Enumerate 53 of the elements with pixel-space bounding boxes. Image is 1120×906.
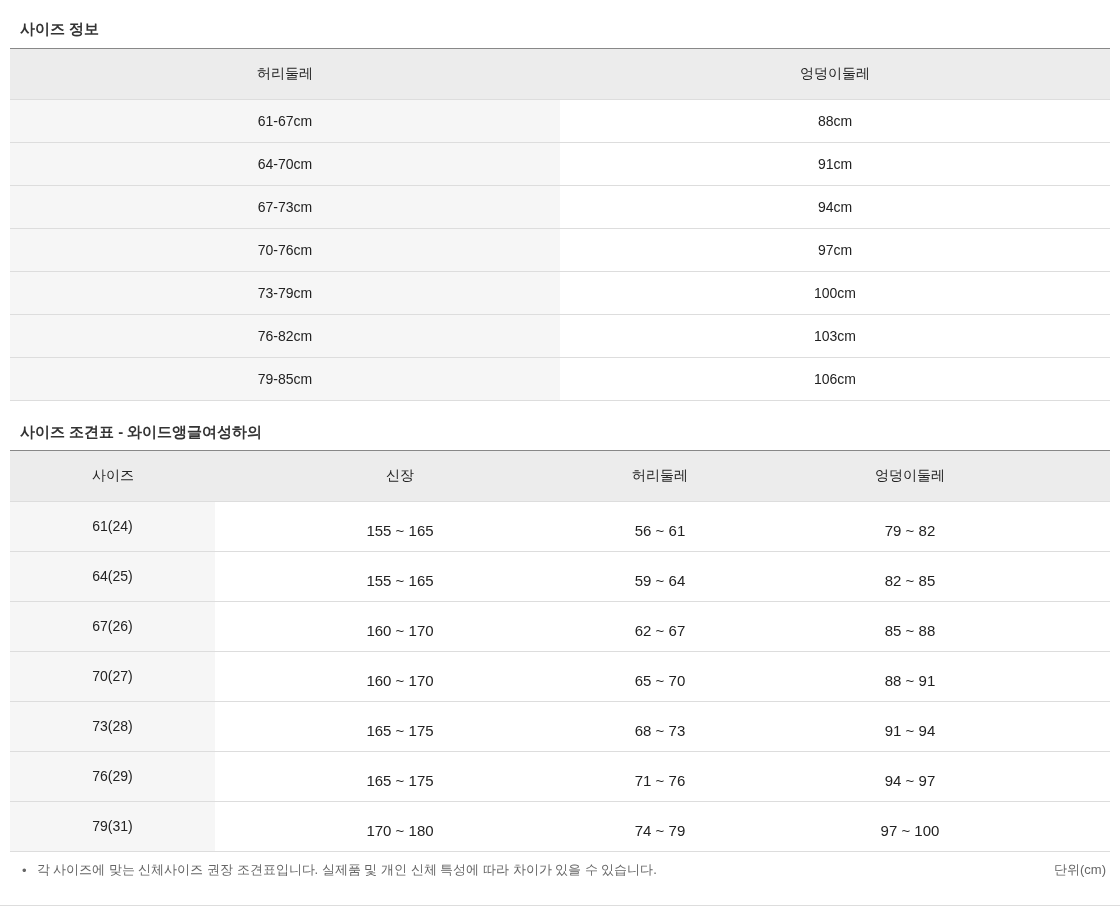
- table-cell: 74 ~ 79: [585, 801, 735, 852]
- note-text: 각 사이즈에 맞는 신체사이즈 권장 조견표입니다. 실제품 및 개인 신체 특성에 따라 차이가 있을 수 있습니다.: [36, 861, 658, 879]
- table-cell: 70-76cm: [10, 228, 560, 272]
- table-cell: 91 ~ 94: [735, 701, 1085, 752]
- table-cell: 155 ~ 165: [215, 551, 585, 602]
- bullet: •: [22, 862, 27, 878]
- table-cell: 88cm: [560, 99, 1110, 143]
- table-cell: 79(31): [10, 801, 215, 852]
- section-title: 사이즈 조견표 - 와이드앵글여성하의: [19, 422, 264, 442]
- table-cell: 79 ~ 82: [735, 501, 1085, 552]
- table-cell: 82 ~ 85: [735, 551, 1085, 602]
- table-cell: 67(26): [10, 601, 215, 652]
- table-cell: 64-70cm: [10, 142, 560, 186]
- table-cell: 79-85cm: [10, 357, 560, 401]
- section-title: 사이즈 정보: [19, 19, 101, 39]
- table-cell: 76(29): [10, 751, 215, 802]
- table-cell: 91cm: [560, 142, 1110, 186]
- column-header: 허리둘레: [585, 450, 735, 502]
- table-cell: 67-73cm: [10, 185, 560, 229]
- table-cell: 64(25): [10, 551, 215, 602]
- table-cell: 73-79cm: [10, 271, 560, 315]
- column-header: 엉덩이둘레: [735, 450, 1085, 502]
- table-cell: 61(24): [10, 501, 215, 552]
- table-cell: 100cm: [560, 271, 1110, 315]
- table-cell: 155 ~ 165: [215, 501, 585, 552]
- table-cell: 160 ~ 170: [215, 601, 585, 652]
- table-cell: 70(27): [10, 651, 215, 702]
- table-cell: 65 ~ 70: [585, 651, 735, 702]
- table-cell: 73(28): [10, 701, 215, 752]
- unit-label: 단위(cm): [1054, 861, 1106, 879]
- table-cell: 160 ~ 170: [215, 651, 585, 702]
- column-header: 신장: [215, 450, 585, 502]
- table-cell: 103cm: [560, 314, 1110, 358]
- column-header: 허리둘레: [10, 48, 560, 100]
- table-cell: 165 ~ 175: [215, 751, 585, 802]
- table-cell: 59 ~ 64: [585, 551, 735, 602]
- column-header: 사이즈: [10, 450, 215, 502]
- table-cell: 68 ~ 73: [585, 701, 735, 752]
- table-cell: 85 ~ 88: [735, 601, 1085, 652]
- column-header: 엉덩이둘레: [560, 48, 1110, 100]
- table-cell: 61-67cm: [10, 99, 560, 143]
- table-cell: 106cm: [560, 357, 1110, 401]
- table-cell: 71 ~ 76: [585, 751, 735, 802]
- table-cell: 170 ~ 180: [215, 801, 585, 852]
- table-cell: 94cm: [560, 185, 1110, 229]
- table-cell: 165 ~ 175: [215, 701, 585, 752]
- table-cell: 88 ~ 91: [735, 651, 1085, 702]
- table-cell: 97 ~ 100: [735, 801, 1085, 852]
- table-cell: 97cm: [560, 228, 1110, 272]
- table-cell: 76-82cm: [10, 314, 560, 358]
- table-cell: 62 ~ 67: [585, 601, 735, 652]
- table-cell: 94 ~ 97: [735, 751, 1085, 802]
- table-cell: 56 ~ 61: [585, 501, 735, 552]
